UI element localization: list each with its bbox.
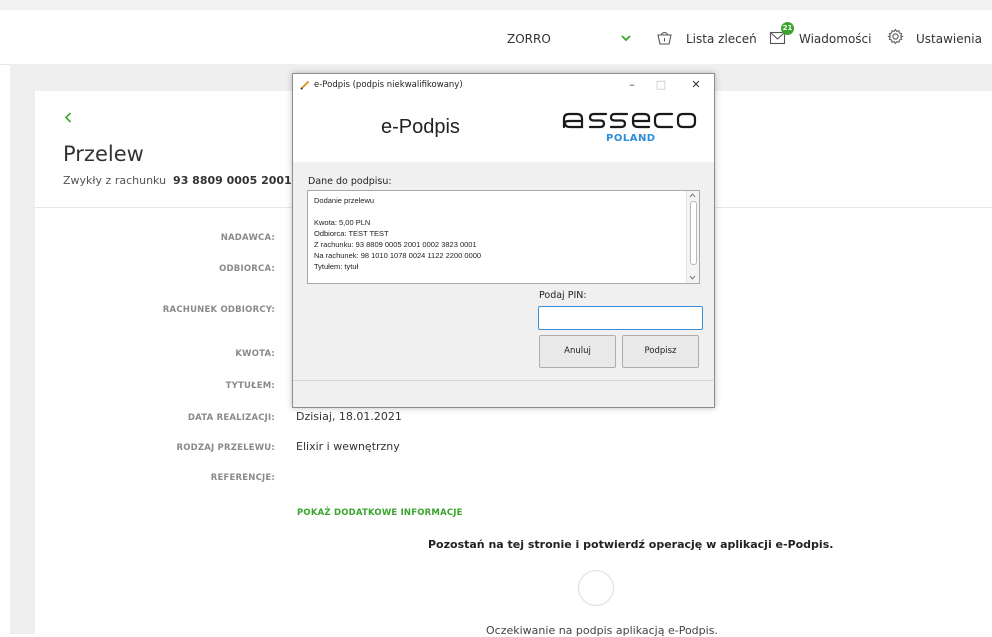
asseco-logo: [562, 112, 697, 129]
page-subtitle: Zwykły z rachunku 93 8809 0005 2001 0002: [63, 174, 326, 187]
pin-label: Podaj PIN:: [539, 290, 587, 301]
label-referencje: REFERENCJE:: [210, 473, 275, 483]
gear-icon[interactable]: [887, 28, 904, 45]
dialog-header: [293, 98, 714, 162]
top-strip: [0, 0, 992, 10]
epodpis-dialog: e-Podpis (podpis niekwalifikowany) – □ ✕…: [292, 73, 715, 408]
messages-badge: 21: [781, 22, 794, 35]
sign-data-line: Dodanie przelewu: [314, 196, 375, 205]
more-info-link[interactable]: POKAŻ DODATKOWE INFORMACJE: [297, 508, 463, 518]
loading-spinner: [578, 570, 614, 606]
label-nadawca: NADAWCA:: [220, 233, 275, 243]
sign-button[interactable]: Podpisz: [622, 335, 699, 368]
sign-data-textarea[interactable]: Dodanie przelewu Kwota: 5,00 PLN Odbiorc…: [307, 190, 700, 284]
dialog-footer-divider: [293, 380, 714, 381]
page-title: Przelew: [63, 142, 144, 166]
label-tytul: TYTUŁEM:: [225, 381, 275, 391]
pin-input[interactable]: [538, 306, 703, 330]
textarea-scrollbar[interactable]: [686, 191, 699, 283]
chevron-left-icon[interactable]: [64, 112, 72, 123]
sign-data-line: Na rachunek: 98 1010 1078 0024 1122 2200…: [314, 251, 482, 260]
messages-link[interactable]: Wiadomości: [799, 32, 871, 46]
pen-icon: [300, 80, 310, 90]
subtitle-prefix: Zwykły z rachunku: [63, 174, 167, 187]
label-rachunek: RACHUNEK ODBIORCY:: [162, 305, 275, 315]
label-rodzaj: RODZAJ PRZELEWU:: [176, 443, 275, 453]
orders-link[interactable]: Lista zleceń: [686, 32, 757, 46]
minimize-button[interactable]: –: [622, 77, 642, 93]
logo-subtitle: POLAND: [606, 133, 656, 144]
chevron-down-icon[interactable]: [621, 35, 631, 42]
value-data: Dzisiaj, 18.01.2021: [296, 410, 402, 423]
cancel-button[interactable]: Anuluj: [539, 335, 616, 368]
label-odbiorca: ODBIORCA:: [219, 264, 275, 274]
label-data: DATA REALIZACJI:: [187, 413, 275, 423]
sign-data-line: Kwota: 5,00 PLN: [314, 218, 371, 227]
settings-link[interactable]: Ustawienia: [916, 32, 982, 46]
stay-message: Pozostań na tej stronie i potwierdź oper…: [428, 538, 834, 551]
sign-data-label: Dane do podpisu:: [308, 176, 392, 187]
sign-data-line: Tytułem: tytuł: [314, 262, 359, 271]
waiting-message: Oczekiwanie na podpis aplikacją e-Podpis…: [486, 624, 718, 637]
value-rodzaj: Elixir i wewnętrzny: [296, 440, 400, 453]
user-name[interactable]: ZORRO: [507, 32, 551, 46]
dialog-titlebar[interactable]: e-Podpis (podpis niekwalifikowany) – □ ✕: [293, 74, 714, 98]
label-kwota: KWOTA:: [235, 349, 275, 359]
close-button[interactable]: ✕: [686, 77, 706, 93]
dialog-window-title: e-Podpis (podpis niekwalifikowany): [314, 80, 463, 90]
scroll-up-icon[interactable]: [689, 193, 696, 198]
sign-data-line: Z rachunku: 93 8809 0005 2001 0002 3823 …: [314, 240, 477, 249]
scrollbar-thumb[interactable]: [690, 201, 697, 265]
sign-data-line: Odbiorca: TEST TEST: [314, 229, 389, 238]
maximize-button[interactable]: □: [651, 77, 671, 93]
scroll-down-icon[interactable]: [689, 275, 696, 280]
top-header: ZORRO Lista zleceń 21 Wiadomości Ustawie…: [0, 10, 992, 65]
dialog-heading: e-Podpis: [381, 116, 460, 138]
basket-icon[interactable]: [656, 29, 673, 45]
